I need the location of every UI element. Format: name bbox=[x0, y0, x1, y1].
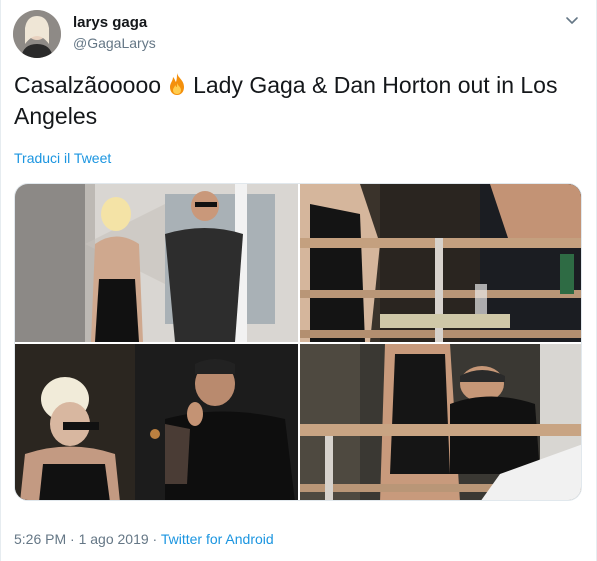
tweet-text: Casalzãooooo Lady Gaga & Dan Horton out … bbox=[14, 70, 584, 132]
avatar[interactable] bbox=[13, 10, 61, 58]
chevron-down-icon[interactable] bbox=[564, 12, 580, 28]
tweet-meta: 5:26 PM · 1 ago 2019 · Twitter for Andro… bbox=[14, 531, 274, 547]
photo-1[interactable] bbox=[15, 184, 298, 342]
fire-icon bbox=[164, 71, 190, 97]
username[interactable]: @GagaLarys bbox=[73, 35, 156, 51]
timestamp[interactable]: 5:26 PM · 1 ago 2019 bbox=[14, 531, 149, 547]
tweet-card: larys gaga @GagaLarys Casalzãooooo Lady … bbox=[0, 0, 597, 561]
photo-4[interactable] bbox=[300, 344, 581, 500]
tweet-text-part-1: Casalzãooooo bbox=[14, 72, 162, 98]
translate-tweet-link[interactable]: Traduci il Tweet bbox=[14, 150, 111, 166]
photo-3[interactable] bbox=[15, 344, 298, 500]
meta-separator: · bbox=[148, 531, 161, 547]
display-name[interactable]: larys gaga bbox=[73, 14, 147, 31]
media-grid bbox=[14, 183, 582, 501]
avatar-image bbox=[13, 10, 61, 58]
source-link[interactable]: Twitter for Android bbox=[161, 531, 274, 547]
photo-2[interactable] bbox=[300, 184, 581, 342]
